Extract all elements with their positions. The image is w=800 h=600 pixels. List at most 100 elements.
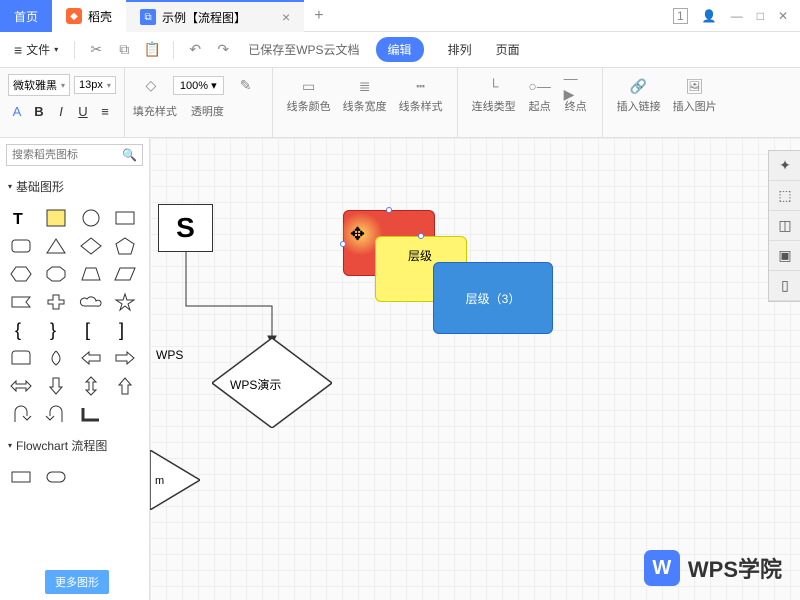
shape-fc-round[interactable] <box>41 464 71 490</box>
badge-icon[interactable]: 1 <box>673 8 688 24</box>
edit-button[interactable]: 编辑 <box>376 37 424 62</box>
font-name: 微软雅黑 <box>13 77 57 93</box>
shape-star[interactable] <box>110 289 140 315</box>
zoom-select[interactable]: 100% ▾ <box>173 76 224 95</box>
insimg-button[interactable]: 🖼插入图片 <box>667 72 723 133</box>
node-triangle[interactable]: m <box>150 450 200 510</box>
font-select[interactable]: 微软雅黑▾ <box>8 74 70 96</box>
maximize-icon[interactable]: □ <box>757 9 764 23</box>
shape-pentagon[interactable] <box>110 233 140 259</box>
opacity-button[interactable]: ✎ <box>228 71 264 99</box>
shape-arrowr[interactable] <box>110 345 140 371</box>
diamond-label: WPS演示 <box>230 376 281 393</box>
chevron-down-icon: ▾ <box>8 182 12 191</box>
shape-bracer[interactable]: } <box>41 317 71 343</box>
tri-label: m <box>155 475 164 487</box>
fill-button[interactable]: ◇ <box>133 71 169 99</box>
layers-icon[interactable]: ▣ <box>769 241 800 271</box>
tab-docktab[interactable]: ◆ 稻壳 <box>52 0 126 32</box>
start-button[interactable]: ○—起点 <box>522 72 558 133</box>
page-icon[interactable]: ▯ <box>769 271 800 301</box>
shape-trapezoid[interactable] <box>76 261 106 287</box>
close-window-icon[interactable]: ✕ <box>778 9 788 23</box>
shape-roundrect[interactable] <box>6 233 36 259</box>
tab-add[interactable]: + <box>304 0 333 32</box>
flowchart-icon: ⧉ <box>140 9 156 25</box>
shape-octagon[interactable] <box>41 261 71 287</box>
user-icon[interactable]: 👤 <box>702 9 717 23</box>
linewidth-icon: ≣ <box>353 76 377 96</box>
inslink-button[interactable]: 🔗插入链接 <box>611 72 667 133</box>
fontsize-select[interactable]: 13px▾ <box>74 76 116 94</box>
shape-parallelogram[interactable] <box>110 261 140 287</box>
minimize-icon[interactable]: — <box>731 9 743 23</box>
linewidth-button[interactable]: ≣线条宽度 <box>337 72 393 118</box>
font-group: 微软雅黑▾ 13px▾ A B I U ≡ <box>0 68 125 137</box>
align-button[interactable]: ≡ <box>96 102 114 120</box>
search-icon[interactable]: 🔍 <box>122 148 137 162</box>
conntype-button[interactable]: └连线类型 <box>466 72 522 133</box>
end-button[interactable]: —▶终点 <box>558 72 594 133</box>
italic-button[interactable]: I <box>52 102 70 120</box>
shape-drop[interactable] <box>41 345 71 371</box>
shape-banner[interactable] <box>6 289 36 315</box>
search-input[interactable] <box>12 149 122 161</box>
linestyle-button[interactable]: ┅线条样式 <box>393 72 449 118</box>
node-blue[interactable]: 层级（3） <box>433 262 553 334</box>
shape-arrowl[interactable] <box>76 345 106 371</box>
menu-arrange[interactable]: 排列 <box>448 41 472 58</box>
basic-shapes: T { } [ ] <box>0 201 149 431</box>
shape-plus[interactable] <box>41 289 71 315</box>
shape-note[interactable] <box>41 205 71 231</box>
file-menu[interactable]: ≡ 文件 ▾ <box>8 37 64 62</box>
fontcolor-button[interactable]: A <box>8 102 26 120</box>
linecolor-button[interactable]: ▭线条颜色 <box>281 72 337 118</box>
cut-icon[interactable]: ✂ <box>85 39 107 61</box>
paste-icon[interactable]: 📋 <box>141 39 163 61</box>
image-icon: 🖼 <box>683 76 707 96</box>
bold-button[interactable]: B <box>30 102 48 120</box>
more-shapes-button[interactable]: 更多图形 <box>45 570 109 594</box>
shape-bracketr[interactable]: ] <box>110 317 140 343</box>
tab-home[interactable]: 首页 <box>0 0 52 32</box>
shape-arrowud[interactable] <box>76 373 106 399</box>
cat-flowchart[interactable]: ▾Flowchart 流程图 <box>0 431 149 460</box>
menu-page[interactable]: 页面 <box>496 41 520 58</box>
shape-rect[interactable] <box>110 205 140 231</box>
shape-diamond[interactable] <box>76 233 106 259</box>
copy-icon[interactable]: ⧉ <box>113 39 135 61</box>
shape-bracel[interactable]: { <box>6 317 36 343</box>
shape-fc-rect[interactable] <box>6 464 36 490</box>
shape-tab[interactable] <box>6 345 36 371</box>
shape-cloud[interactable] <box>76 289 106 315</box>
shape-arrowlr[interactable] <box>6 373 36 399</box>
shape-bracketl[interactable]: [ <box>76 317 106 343</box>
undo-icon[interactable]: ↶ <box>184 39 206 61</box>
shape-text[interactable]: T <box>6 205 36 231</box>
shape-hexagon[interactable] <box>6 261 36 287</box>
canvas[interactable]: S WPS演示 WPS m 层级 层级 层级（3） ✥ <box>150 138 800 600</box>
compass-icon[interactable]: ✦ <box>769 151 800 181</box>
shape-circle[interactable] <box>76 205 106 231</box>
window-controls: 1 👤 — □ ✕ <box>673 0 800 31</box>
line-group: ▭线条颜色 ≣线条宽度 ┅线条样式 <box>273 68 458 137</box>
shape-uturn2[interactable] <box>41 401 71 427</box>
shape-triangle[interactable] <box>41 233 71 259</box>
redo-icon[interactable]: ↷ <box>212 39 234 61</box>
tab-flowchart[interactable]: ⧉ 示例【流程图】 × <box>126 0 304 32</box>
toolbar: 微软雅黑▾ 13px▾ A B I U ≡ ◇ 100% ▾ ✎ 填充样式 透明… <box>0 68 800 138</box>
flame-icon: ◆ <box>66 8 82 24</box>
cat-basic[interactable]: ▾基础图形 <box>0 172 149 201</box>
shape-arrowu[interactable] <box>110 373 140 399</box>
svg-text:[: [ <box>85 320 90 340</box>
fill-group: ◇ 100% ▾ ✎ 填充样式 透明度 <box>125 68 273 137</box>
crop-icon[interactable]: ◫ <box>769 211 800 241</box>
shape-search[interactable]: 🔍 <box>6 144 143 166</box>
shape-uturn1[interactable] <box>6 401 36 427</box>
select-icon[interactable]: ⬚ <box>769 181 800 211</box>
underline-button[interactable]: U <box>74 102 92 120</box>
close-icon[interactable]: × <box>282 9 290 25</box>
linestyle-icon: ┅ <box>409 76 433 96</box>
shape-corner[interactable] <box>76 401 106 427</box>
shape-arrowd[interactable] <box>41 373 71 399</box>
